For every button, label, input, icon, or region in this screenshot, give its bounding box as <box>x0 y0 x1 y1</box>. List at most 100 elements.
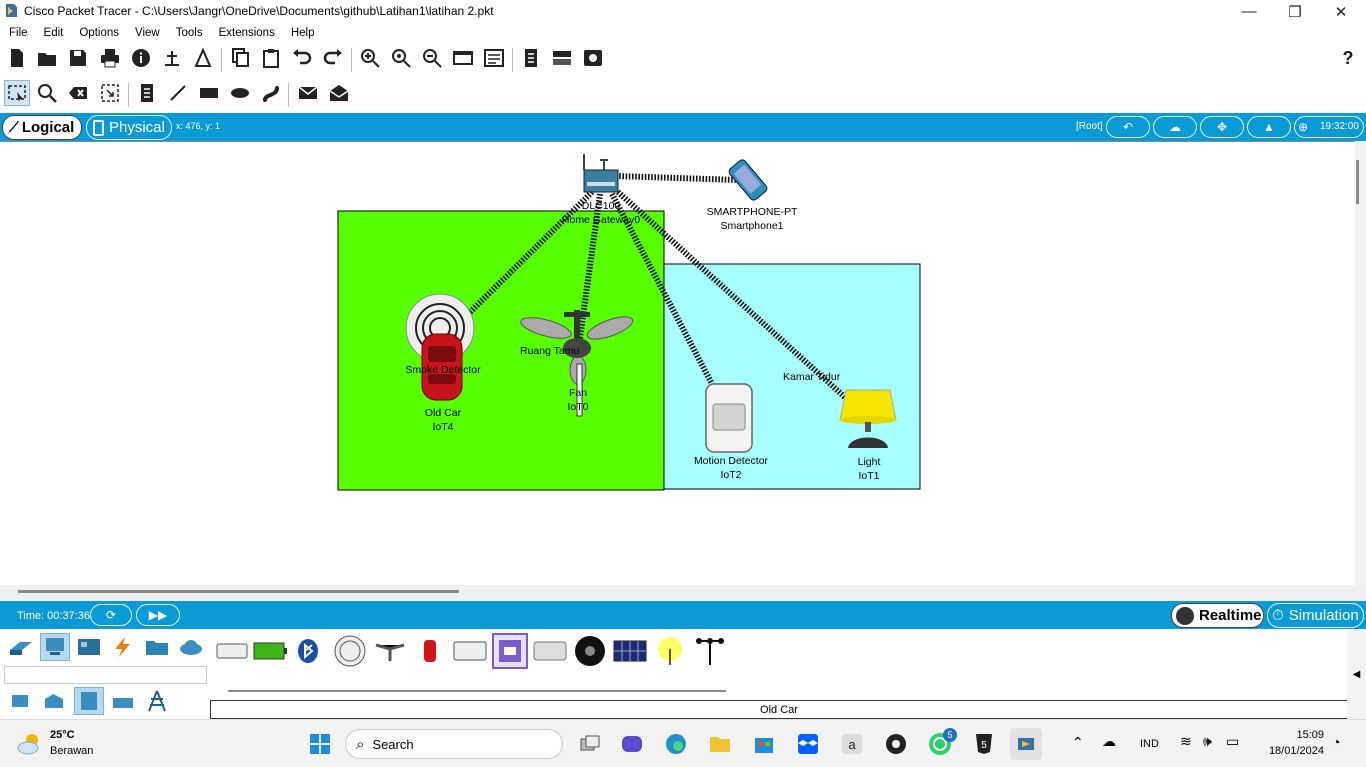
device-wind-sensor[interactable] <box>692 633 728 669</box>
print-icon[interactable] <box>97 45 123 71</box>
vertical-scroll-thumb[interactable] <box>1356 160 1359 204</box>
minimize-button[interactable]: — <box>1226 0 1272 23</box>
subcategory-smart-city[interactable] <box>40 687 70 715</box>
meet-icon[interactable] <box>616 728 648 760</box>
device-search-field[interactable] <box>4 666 207 684</box>
menu-options[interactable]: Options <box>79 27 119 39</box>
custom-devices-icon[interactable] <box>481 45 507 71</box>
complex-pdu-icon[interactable] <box>326 80 352 106</box>
draw-rectangle-icon[interactable] <box>196 80 222 106</box>
workspace-vertical-scrollbar[interactable] <box>1355 141 1366 585</box>
taskbar-clock-time[interactable]: 15:09 <box>1262 729 1324 741</box>
device-garage-door[interactable] <box>532 633 568 669</box>
wifi-icon[interactable]: ≋ <box>1180 733 1192 750</box>
power-cycle-button[interactable]: ⟳ <box>90 604 132 626</box>
subcategory-industrial[interactable] <box>74 687 104 715</box>
draw-line-icon[interactable] <box>165 80 191 106</box>
menu-edit[interactable]: Edit <box>44 27 64 39</box>
device-old-car-panel[interactable] <box>214 633 250 669</box>
copy-icon[interactable] <box>227 45 253 71</box>
save-icon[interactable] <box>65 45 91 71</box>
task-view-icon[interactable] <box>574 728 606 760</box>
new-file-icon[interactable] <box>4 45 30 71</box>
device-template-icon[interactable] <box>549 45 575 71</box>
image-icon[interactable] <box>580 45 606 71</box>
category-components[interactable] <box>74 633 104 661</box>
category-network-devices[interactable] <box>6 633 36 661</box>
move-object-button[interactable]: ✥ <box>1200 116 1244 138</box>
device-solar-panel[interactable] <box>612 633 648 669</box>
simulation-mode-button[interactable]: ⏱ Simulation <box>1267 603 1364 628</box>
undo-icon[interactable] <box>289 45 315 71</box>
root-breadcrumb[interactable]: [Root] <box>1076 121 1103 132</box>
language-indicator[interactable]: IND <box>1140 738 1159 750</box>
logical-workspace[interactable]: Ruang Tamu Kamar Tidur DLC100 Home Gatew… <box>0 141 1355 585</box>
device-speaker[interactable] <box>572 633 608 669</box>
tab-logical[interactable]: ⟋ Logical <box>2 115 82 140</box>
menu-file[interactable]: File <box>9 27 28 39</box>
notification-icon[interactable]: ◔ <box>1332 734 1340 750</box>
fast-forward-button[interactable]: ▶▶ <box>136 604 180 626</box>
subcategory-transmission-tower[interactable] <box>142 687 172 715</box>
edge-icon[interactable] <box>660 728 692 760</box>
inspect-tool-icon[interactable] <box>34 80 60 106</box>
paste-icon[interactable] <box>258 45 284 71</box>
device-bluetooth-speaker[interactable] <box>292 633 328 669</box>
device-old-car[interactable] <box>412 633 448 669</box>
resize-tool-icon[interactable] <box>97 80 123 106</box>
subcategory-home[interactable] <box>6 687 36 715</box>
dropbox-icon[interactable] <box>792 728 824 760</box>
select-tool-icon[interactable] <box>4 80 30 106</box>
device-smart-led[interactable] <box>652 633 688 669</box>
device-dimmer[interactable] <box>452 633 488 669</box>
taskbar-clock-date[interactable]: 18/01/2024 <box>1250 745 1324 757</box>
device-ceiling-fan[interactable] <box>372 633 408 669</box>
menu-help[interactable]: Help <box>291 27 315 39</box>
start-button[interactable] <box>304 728 336 760</box>
zoom-out-icon[interactable] <box>419 45 445 71</box>
subcategory-power-grid[interactable] <box>108 687 138 715</box>
open-folder-icon[interactable] <box>34 45 60 71</box>
freeform-tool-icon[interactable] <box>258 80 284 106</box>
panel-expand-button[interactable]: ◀ <box>1347 629 1366 719</box>
close-button[interactable]: ✕ <box>1318 0 1364 23</box>
redo-icon[interactable] <box>320 45 346 71</box>
notes-icon[interactable] <box>518 45 544 71</box>
amazon-icon[interactable]: a <box>836 728 868 760</box>
help-button[interactable]: ? <box>1335 45 1361 71</box>
network-info-icon[interactable] <box>159 45 185 71</box>
menu-view[interactable]: View <box>135 27 160 39</box>
set-background-button[interactable]: ▲ <box>1247 116 1291 138</box>
device-rfid-card[interactable] <box>492 633 528 669</box>
category-connections[interactable] <box>108 633 138 661</box>
maximize-button[interactable]: ❐ <box>1272 0 1318 23</box>
volume-icon[interactable]: 🕪 <box>1203 733 1212 750</box>
device-list-scrollbar[interactable] <box>228 690 726 692</box>
place-note-icon[interactable] <box>134 80 160 106</box>
back-cluster-button[interactable]: ↶ <box>1106 116 1150 138</box>
zoom-in-icon[interactable] <box>357 45 383 71</box>
drawing-palette-icon[interactable] <box>450 45 476 71</box>
file-explorer-icon[interactable] <box>704 728 736 760</box>
realtime-mode-button[interactable]: Realtime <box>1171 603 1264 628</box>
microsoft-store-icon[interactable] <box>748 728 780 760</box>
horizontal-scroll-thumb[interactable] <box>18 590 459 593</box>
device-co-detector[interactable] <box>332 633 368 669</box>
menu-extensions[interactable]: Extensions <box>219 27 275 39</box>
hidden-icons-chevron-up-icon[interactable]: ⌃ <box>1072 734 1084 751</box>
battery-icon[interactable]: ▭ <box>1226 733 1239 750</box>
info-icon[interactable] <box>128 45 154 71</box>
delete-tool-icon[interactable] <box>65 80 91 106</box>
tab-physical[interactable]: Physical <box>86 115 172 140</box>
new-cluster-button[interactable]: ☁ <box>1153 116 1197 138</box>
device-battery[interactable] <box>252 633 288 669</box>
menu-tools[interactable]: Tools <box>176 27 203 39</box>
screen-recorder-icon[interactable] <box>880 728 912 760</box>
activity-wizard-icon[interactable] <box>190 45 216 71</box>
taskbar-search[interactable]: ⌕ Search <box>345 729 563 759</box>
category-miscellaneous[interactable] <box>142 633 172 661</box>
html5-icon[interactable]: 5 <box>968 728 1000 760</box>
packet-tracer-taskbar-icon[interactable] <box>1010 728 1042 760</box>
category-end-devices[interactable] <box>40 633 70 661</box>
onedrive-sync-icon[interactable]: ☁ <box>1102 733 1116 750</box>
